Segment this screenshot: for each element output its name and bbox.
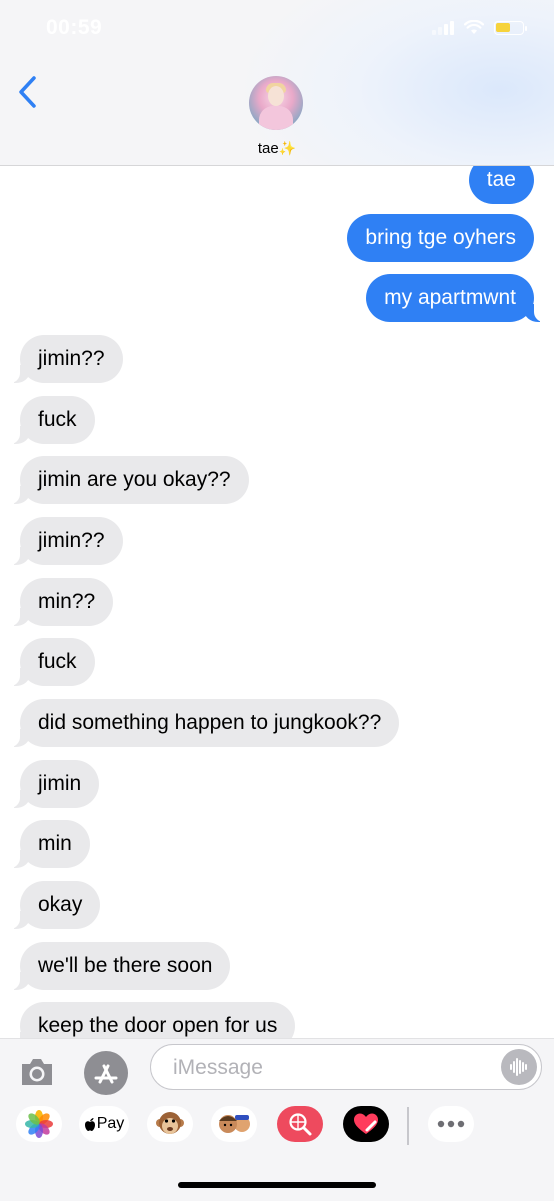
received-message[interactable]: min?? (5, 578, 114, 626)
compose-bar: Pay (0, 1038, 554, 1201)
home-indicator[interactable] (178, 1182, 376, 1188)
camera-icon[interactable] (18, 1052, 56, 1092)
message-thread[interactable]: tae bring tge oyhers my apartmwnt jimin?… (0, 166, 554, 1038)
images-search-icon[interactable] (277, 1106, 323, 1142)
chevron-left-icon[interactable] (14, 72, 44, 112)
memoji-icon[interactable] (211, 1106, 257, 1142)
conversation-header: 00:59 tae✨ (0, 0, 554, 166)
app-store-icon (94, 1064, 118, 1084)
received-message[interactable]: keep the door open for us (5, 1002, 296, 1038)
contact-name-text: tae (257, 140, 279, 157)
apple-pay-app-icon[interactable]: Pay (79, 1106, 129, 1142)
sent-message[interactable]: my apartmwnt (366, 274, 548, 322)
received-message[interactable]: jimin?? (6, 335, 123, 383)
status-icons (432, 20, 527, 35)
sparkles-emoji: ✨ (278, 140, 297, 156)
app-drawer: Pay (0, 1101, 554, 1153)
battery-icon (494, 20, 527, 35)
received-message[interactable]: jimin are you okay?? (6, 456, 249, 504)
received-message[interactable]: we'll be there soon (5, 942, 231, 990)
ellipsis-icon (437, 1120, 465, 1128)
received-message[interactable]: jimin (5, 760, 100, 808)
memoji-faces-icon (219, 1115, 250, 1133)
sent-message[interactable]: tae (468, 166, 534, 204)
received-message[interactable]: did something happen to jungkook?? (5, 699, 400, 747)
contact-name[interactable]: tae✨ (0, 140, 554, 157)
monkey-face-icon (156, 1112, 184, 1134)
sent-message[interactable]: bring tge oyhers (347, 214, 534, 262)
more-apps-icon[interactable] (428, 1106, 474, 1142)
received-message[interactable]: jimin?? (6, 517, 123, 565)
animoji-monkey-icon[interactable] (147, 1106, 193, 1142)
received-message[interactable]: okay (5, 881, 101, 929)
digital-touch-heart-icon[interactable] (343, 1106, 389, 1142)
received-message[interactable]: fuck (6, 396, 95, 444)
apple-logo-icon (84, 1117, 95, 1131)
apple-pay-label: Pay (96, 1115, 125, 1132)
received-message[interactable]: min (6, 820, 90, 868)
received-message[interactable]: fuck (6, 638, 95, 686)
app-store-button[interactable] (84, 1051, 128, 1095)
wifi-icon (464, 20, 484, 34)
waveform-icon (510, 1058, 527, 1076)
photos-app-icon[interactable] (16, 1106, 62, 1142)
heart-icon (354, 1113, 378, 1134)
cellular-signal-icon (432, 20, 454, 35)
status-time: 00:59 (46, 16, 103, 39)
message-input[interactable] (171, 1053, 475, 1083)
audio-message-button[interactable] (501, 1049, 537, 1085)
globe-search-icon (289, 1113, 312, 1136)
message-field[interactable] (150, 1044, 542, 1090)
photos-icon (25, 1110, 53, 1138)
contact-avatar[interactable] (249, 76, 303, 130)
app-drawer-divider (407, 1107, 409, 1145)
